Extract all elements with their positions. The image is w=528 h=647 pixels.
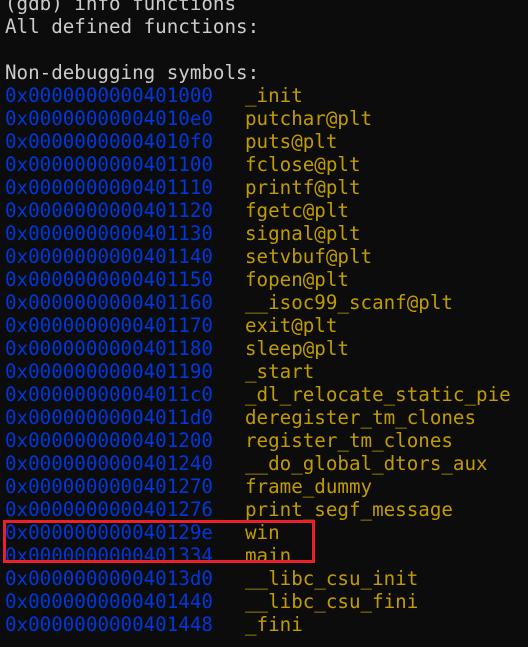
symbol-row: 0x0000000000401276 print_segf_message xyxy=(5,498,528,521)
symbol-name: fgetc@plt xyxy=(245,199,349,222)
symbol-name: fclose@plt xyxy=(245,153,361,176)
symbol-row: 0x0000000000401170 exit@plt xyxy=(5,314,528,337)
functions-header: All defined functions: xyxy=(5,15,260,38)
symbol-name: print_segf_message xyxy=(245,498,453,521)
symbol-row: 0x0000000000401110 printf@plt xyxy=(5,176,528,199)
symbol-name: deregister_tm_clones xyxy=(245,406,477,429)
symbol-row: 0x0000000000401334 main xyxy=(5,544,528,567)
symbol-row: 0x0000000000401160 __isoc99_scanf@plt xyxy=(5,291,528,314)
symbol-row: 0x00000000004011d0 deregister_tm_clones xyxy=(5,406,528,429)
symbol-name: __do_global_dtors_aux xyxy=(245,452,488,475)
symbol-row: 0x0000000000401448 _fini xyxy=(5,613,528,636)
symbol-name: main xyxy=(245,544,292,567)
symbol-address: 0x00000000004010f0 xyxy=(5,130,213,153)
symbol-address: 0x0000000000401000 xyxy=(5,84,213,107)
symbol-address: 0x0000000000401110 xyxy=(5,176,213,199)
symbol-address: 0x0000000000401180 xyxy=(5,337,213,360)
symbol-address: 0x00000000004010e0 xyxy=(5,107,213,130)
symbol-name: fopen@plt xyxy=(245,268,349,291)
symbol-row-win: 0x000000000040129e win xyxy=(5,521,528,544)
symbol-address: 0x0000000000401270 xyxy=(5,475,213,498)
symbol-name: _start xyxy=(245,360,315,383)
symbol-name: _fini xyxy=(245,613,303,636)
symbol-name: setvbuf@plt xyxy=(245,245,373,268)
symbol-row: 0x00000000004010e0 putchar@plt xyxy=(5,107,528,130)
symbol-name: win xyxy=(245,521,280,544)
gdb-command-line: (gdb) info functions xyxy=(5,0,237,15)
symbol-name: __isoc99_scanf@plt xyxy=(245,291,453,314)
symbol-name: register_tm_clones xyxy=(245,429,453,452)
symbol-address: 0x0000000000401334 xyxy=(5,544,213,567)
symbol-address: 0x0000000000401100 xyxy=(5,153,213,176)
symbol-address: 0x0000000000401440 xyxy=(5,590,213,613)
symbol-name: sleep@plt xyxy=(245,337,349,360)
symbol-row: 0x0000000000401440 __libc_csu_fini xyxy=(5,590,528,613)
symbol-row: 0x0000000000401130 signal@plt xyxy=(5,222,528,245)
symbol-address: 0x000000000040129e xyxy=(5,521,213,544)
symbol-name: _init xyxy=(245,84,303,107)
symbol-address: 0x00000000004013d0 xyxy=(5,567,213,590)
symbol-row: 0x00000000004010f0 puts@plt xyxy=(5,130,528,153)
symbol-row: 0x0000000000401240 __do_global_dtors_aux xyxy=(5,452,528,475)
symbol-name: puts@plt xyxy=(245,130,338,153)
symbol-address: 0x0000000000401448 xyxy=(5,613,213,636)
symbol-address: 0x0000000000401276 xyxy=(5,498,213,521)
symbol-address: 0x0000000000401130 xyxy=(5,222,213,245)
symbol-row: 0x0000000000401140 setvbuf@plt xyxy=(5,245,528,268)
symbol-address: 0x0000000000401120 xyxy=(5,199,213,222)
symbol-address: 0x0000000000401190 xyxy=(5,360,213,383)
symbol-address: 0x00000000004011c0 xyxy=(5,383,213,406)
symbol-row: 0x00000000004011c0 _dl_relocate_static_pi… xyxy=(5,383,528,406)
symbol-name: __libc_csu_fini xyxy=(245,590,419,613)
terminal-output: (gdb) info functions All defined functio… xyxy=(5,0,528,636)
section-title: Non-debugging symbols: xyxy=(5,61,260,84)
symbol-name: frame_dummy xyxy=(245,475,373,498)
symbol-row: 0x0000000000401190 _start xyxy=(5,360,528,383)
symbol-row: 0x0000000000401120 fgetc@plt xyxy=(5,199,528,222)
symbol-row: 0x0000000000401180 sleep@plt xyxy=(5,337,528,360)
symbol-address: 0x0000000000401170 xyxy=(5,314,213,337)
symbol-row: 0x00000000004013d0 __libc_csu_init xyxy=(5,567,528,590)
symbol-row: 0x0000000000401000 _init xyxy=(5,84,528,107)
symbol-name: signal@plt xyxy=(245,222,361,245)
symbol-address: 0x0000000000401140 xyxy=(5,245,213,268)
symbol-row: 0x0000000000401270 frame_dummy xyxy=(5,475,528,498)
symbol-row: 0x0000000000401150 fopen@plt xyxy=(5,268,528,291)
symbol-address: 0x0000000000401150 xyxy=(5,268,213,291)
symbol-address: 0x00000000004011d0 xyxy=(5,406,213,429)
symbol-address: 0x0000000000401240 xyxy=(5,452,213,475)
symbol-name: __libc_csu_init xyxy=(245,567,419,590)
symbol-row: 0x0000000000401100 fclose@plt xyxy=(5,153,528,176)
symbol-name: putchar@plt xyxy=(245,107,373,130)
symbol-name: exit@plt xyxy=(245,314,338,337)
symbol-address: 0x0000000000401200 xyxy=(5,429,213,452)
symbol-row: 0x0000000000401200 register_tm_clones xyxy=(5,429,528,452)
symbol-name: printf@plt xyxy=(245,176,361,199)
symbol-address: 0x0000000000401160 xyxy=(5,291,213,314)
symbol-name: _dl_relocate_static_pie xyxy=(245,383,511,406)
